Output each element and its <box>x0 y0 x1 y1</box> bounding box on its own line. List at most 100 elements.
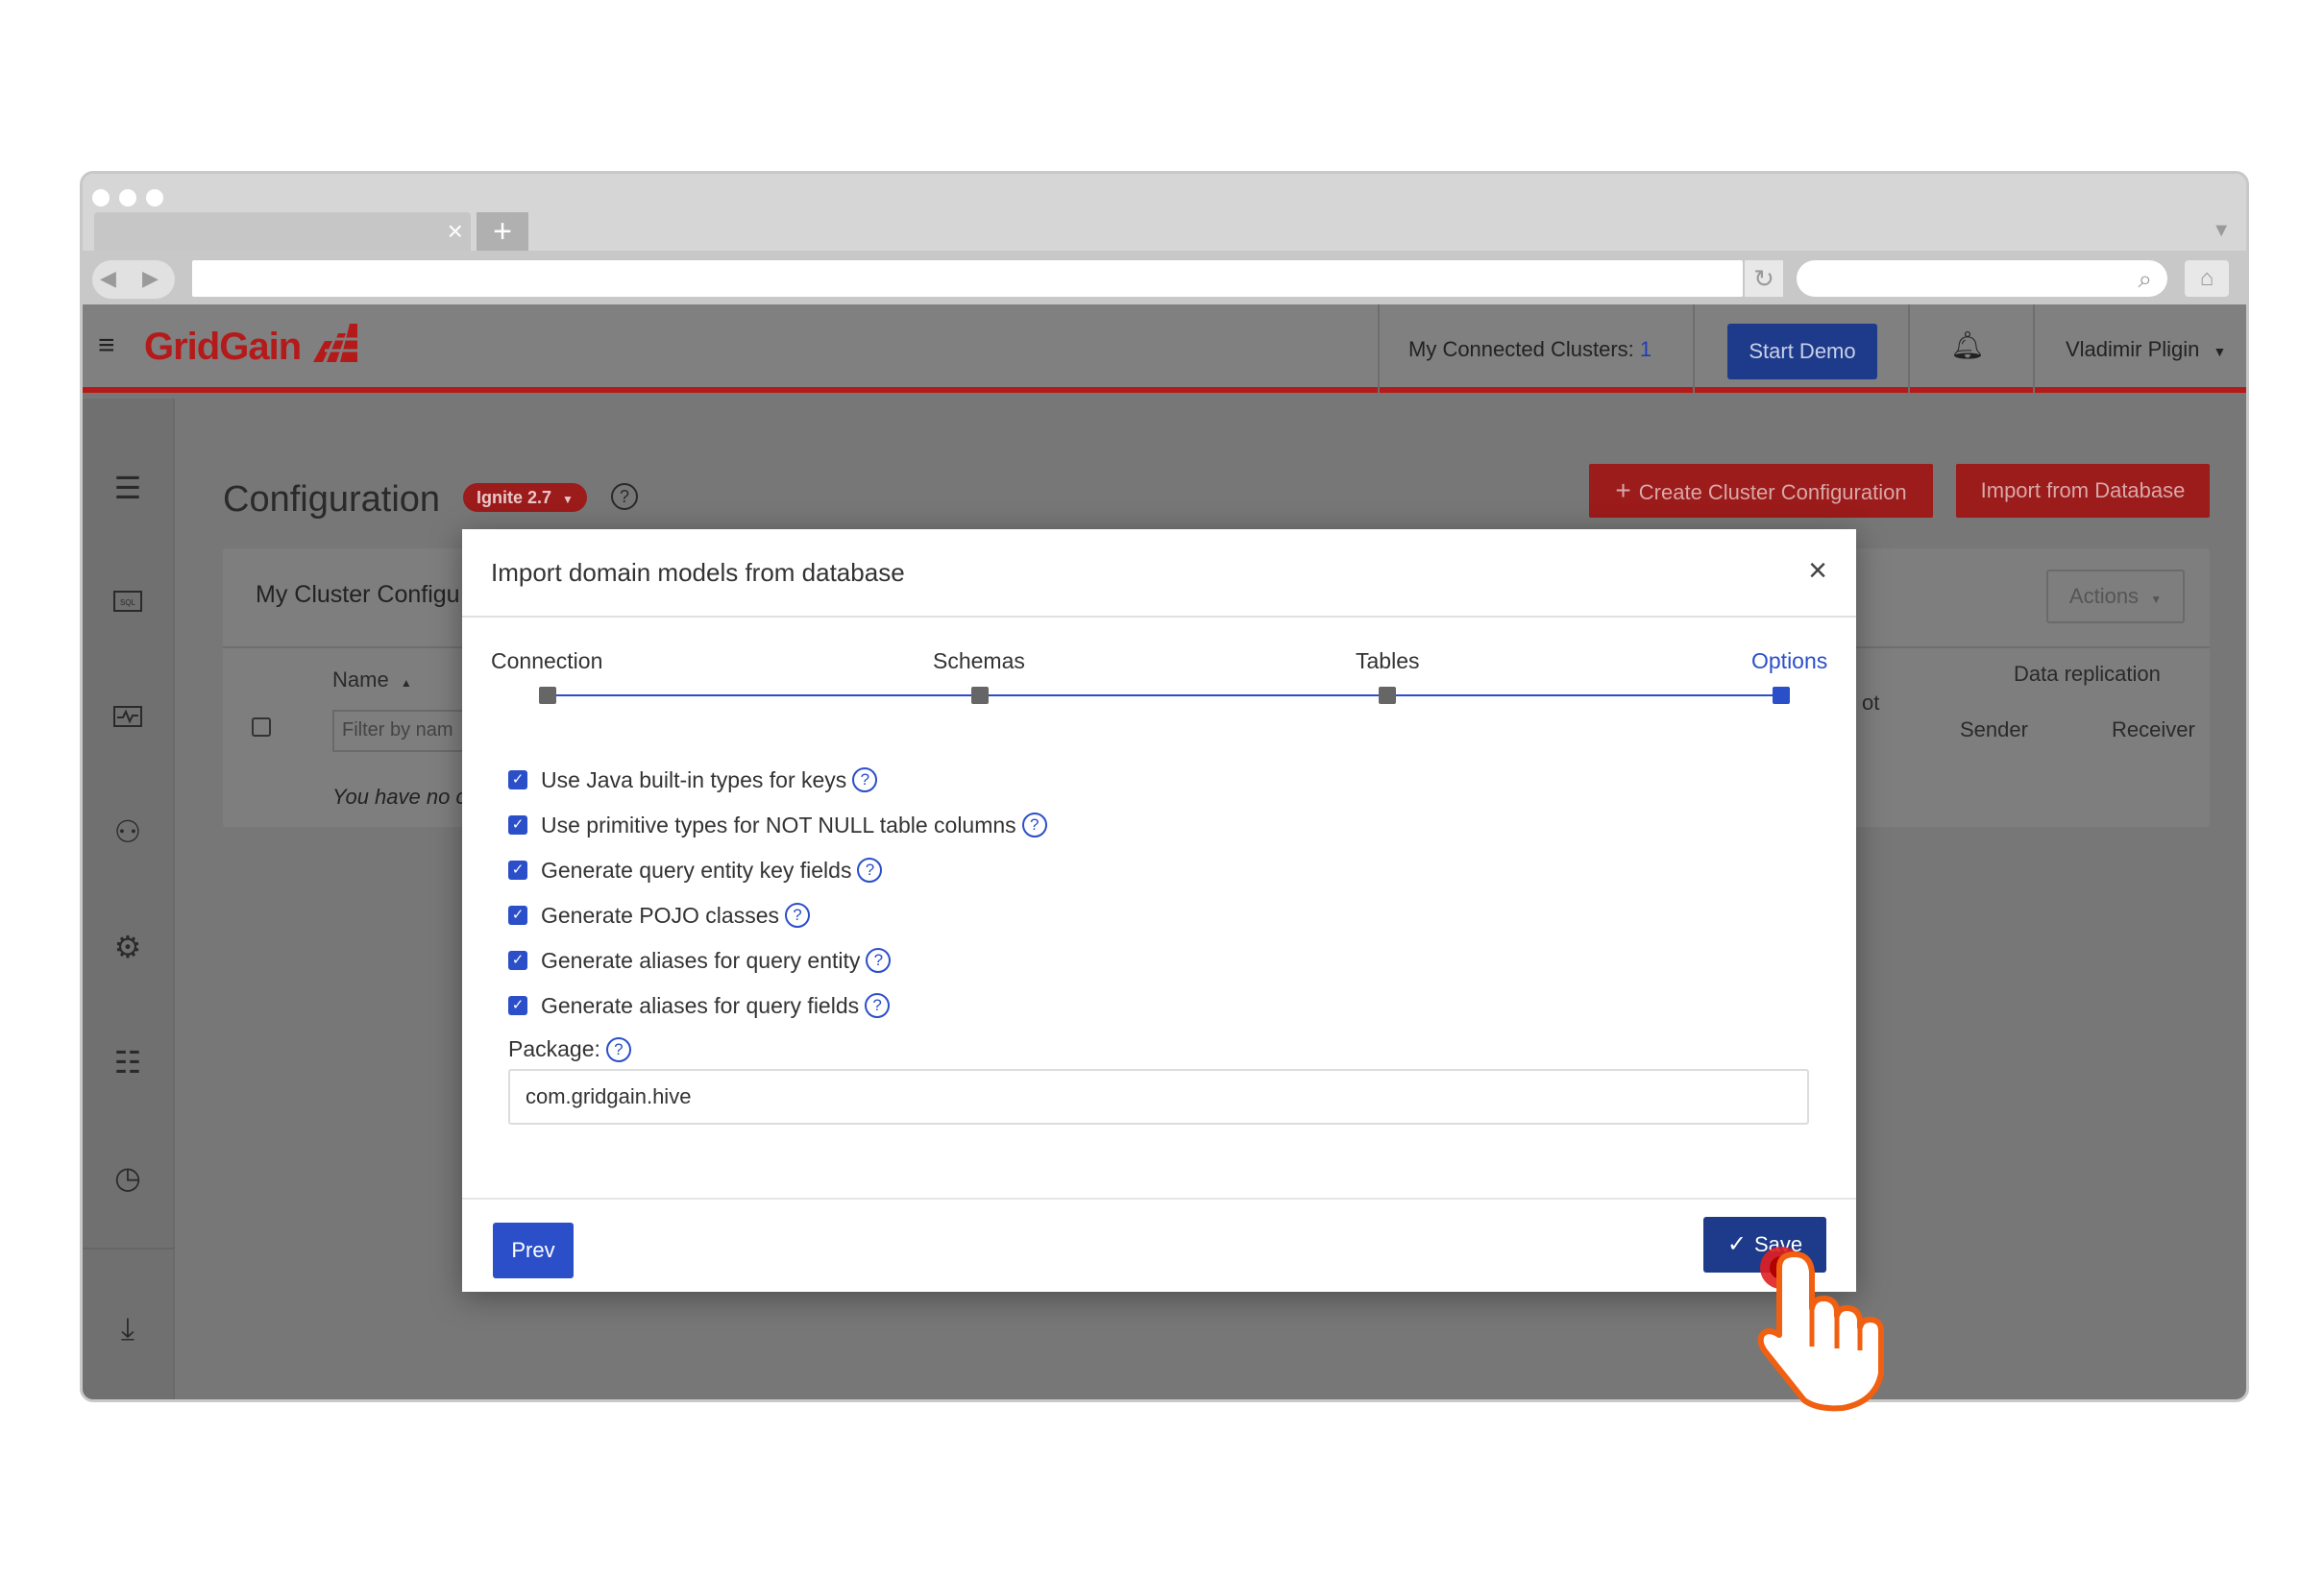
name-column-label: Name <box>332 668 389 692</box>
gridgain-logo-mark-icon <box>313 324 357 362</box>
option-aliases-query-fields[interactable]: ✓ Generate aliases for query fields ? <box>508 990 891 1021</box>
reload-icon[interactable]: ↻ <box>1745 260 1783 297</box>
checkbox-checked-icon[interactable]: ✓ <box>508 815 527 835</box>
option-aliases-query-entity[interactable]: ✓ Generate aliases for query entity ? <box>508 945 892 976</box>
chevron-down-icon: ▼ <box>2150 593 2163 606</box>
browser-search-input[interactable]: ⌕ <box>1797 260 2167 297</box>
checkbox-checked-icon[interactable]: ✓ <box>508 861 527 880</box>
step-options-marker[interactable] <box>1773 687 1790 704</box>
address-bar[interactable] <box>192 260 1743 297</box>
database-icon[interactable]: ☷ <box>96 1044 159 1080</box>
step-options-label[interactable]: Options <box>1751 648 1827 674</box>
import-domain-models-dialog: Import domain models from database × Con… <box>462 529 1856 1292</box>
queries-clock-icon[interactable]: ◷ <box>96 1159 159 1196</box>
sort-up-icon: ▲ <box>400 676 412 690</box>
gear-icon[interactable]: ⚙ <box>96 929 159 965</box>
version-badge[interactable]: Ignite 2.7 ▼ <box>463 483 587 512</box>
prev-button[interactable]: Prev <box>493 1223 574 1278</box>
help-icon[interactable]: ? <box>866 948 892 973</box>
tab-close-icon[interactable]: × <box>448 216 463 247</box>
checkbox-checked-icon[interactable]: ✓ <box>508 906 527 925</box>
help-icon[interactable]: ? <box>611 483 638 510</box>
help-icon[interactable]: ? <box>857 858 883 883</box>
actions-dropdown[interactable]: Actions ▼ <box>2046 570 2185 623</box>
dialog-footer-divider <box>462 1198 1856 1200</box>
left-sidebar: ☰ SQL ⚇ ⚙ ☷ ◷ ⤓ <box>83 399 175 1399</box>
chevron-down-icon: ▼ <box>2213 344 2227 359</box>
option-label: Generate aliases for query fields <box>541 992 860 1018</box>
configuration-sliders-icon[interactable]: ☰ <box>96 470 159 506</box>
connected-clusters-count: 1 <box>1639 337 1652 361</box>
card-title: My Cluster Configu <box>256 581 460 608</box>
option-label: Generate aliases for query entity <box>541 947 861 973</box>
checkmark-icon: ✓ <box>1726 1231 1747 1257</box>
create-cluster-configuration-button[interactable]: + Create Cluster Configuration <box>1589 464 1933 518</box>
help-icon[interactable]: ? <box>785 903 810 928</box>
browser-tab[interactable]: × <box>94 212 471 251</box>
import-from-database-button[interactable]: Import from Database <box>1956 464 2210 518</box>
create-cluster-configuration-label: Create Cluster Configuration <box>1638 480 1907 504</box>
download-icon[interactable]: ⤓ <box>96 1311 159 1347</box>
dialog-header: Import domain models from database × <box>462 529 1856 618</box>
user-name: Vladimir Pligin <box>2066 337 2200 361</box>
step-tables-label[interactable]: Tables <box>1356 648 1419 674</box>
package-field-label: Package: ? <box>508 1036 631 1062</box>
gridgain-logo[interactable]: GridGain <box>144 326 302 369</box>
new-tab-button[interactable]: + <box>477 212 528 251</box>
home-icon[interactable]: ⌂ <box>2185 260 2229 297</box>
help-icon[interactable]: ? <box>605 1036 631 1062</box>
forward-arrow-icon[interactable]: ▶ <box>142 266 159 291</box>
header-divider <box>2033 304 2035 393</box>
step-connection-label[interactable]: Connection <box>491 648 602 674</box>
help-icon[interactable]: ? <box>852 767 878 792</box>
page-title: Configuration <box>223 479 441 520</box>
start-demo-button[interactable]: Start Demo <box>1727 324 1877 379</box>
checkbox-checked-icon[interactable]: ✓ <box>508 951 527 970</box>
hamburger-menu-icon[interactable]: ≡ <box>98 329 115 362</box>
select-all-checkbox[interactable] <box>252 717 271 737</box>
option-query-entity-key-fields[interactable]: ✓ Generate query entity key fields ? <box>508 855 883 886</box>
checkbox-checked-icon[interactable]: ✓ <box>508 996 527 1015</box>
pointer-hand-cursor-icon <box>1757 1247 1884 1412</box>
option-label: Use primitive types for NOT NULL table c… <box>541 812 1016 838</box>
monitoring-icon[interactable] <box>96 700 159 736</box>
package-input[interactable] <box>508 1069 1809 1125</box>
step-connection-marker[interactable] <box>539 687 556 704</box>
sender-column-header: Sender <box>1960 717 2028 741</box>
user-menu[interactable]: Vladimir Pligin ▼ <box>2066 337 2226 362</box>
browser-navbar: ◀ ▶ ↻ ⌕ ⌂ <box>83 251 2246 304</box>
step-schemas-marker[interactable] <box>971 687 989 704</box>
option-label: Generate POJO classes <box>541 902 779 928</box>
window-close-dot[interactable] <box>92 189 110 206</box>
name-column-header[interactable]: Name ▲ <box>332 668 412 692</box>
cluster-icon[interactable]: ⚇ <box>96 813 159 850</box>
receiver-column-header: Receiver <box>2112 717 2195 741</box>
close-icon[interactable]: × <box>1808 552 1827 590</box>
version-badge-label: Ignite 2.7 <box>477 488 552 507</box>
dialog-title: Import domain models from database <box>491 558 905 587</box>
help-icon[interactable]: ? <box>1021 813 1047 838</box>
back-arrow-icon[interactable]: ◀ <box>100 266 116 291</box>
help-icon[interactable]: ? <box>865 993 891 1018</box>
window-minimize-dot[interactable] <box>119 189 136 206</box>
step-schemas-label[interactable]: Schemas <box>933 648 1025 674</box>
header-divider <box>1908 304 1910 393</box>
connected-clusters[interactable]: My Connected Clusters: 1 <box>1408 337 1651 362</box>
checkbox-checked-icon[interactable]: ✓ <box>508 770 527 789</box>
header-divider <box>1378 304 1380 393</box>
snapshot-column-header: ot <box>1862 691 1880 715</box>
svg-text:SQL: SQL <box>120 598 136 607</box>
header-divider <box>1693 304 1695 393</box>
bell-icon[interactable]: 🔔︎ <box>1950 329 1985 361</box>
window-maximize-dot[interactable] <box>146 189 163 206</box>
option-java-builtin-types[interactable]: ✓ Use Java built-in types for keys ? <box>508 765 878 795</box>
option-label: Generate query entity key fields <box>541 857 852 883</box>
history-buttons: ◀ ▶ <box>92 260 175 299</box>
tab-menu-chevron-icon[interactable]: ▼ <box>2212 220 2231 242</box>
app-header: ≡ GridGain My Connected Clusters: 1 Star… <box>83 304 2246 393</box>
option-pojo-classes[interactable]: ✓ Generate POJO classes ? <box>508 900 810 931</box>
stepper-line <box>545 694 1778 696</box>
step-tables-marker[interactable] <box>1379 687 1396 704</box>
sql-icon[interactable]: SQL <box>96 585 159 620</box>
option-primitive-types[interactable]: ✓ Use primitive types for NOT NULL table… <box>508 810 1047 840</box>
